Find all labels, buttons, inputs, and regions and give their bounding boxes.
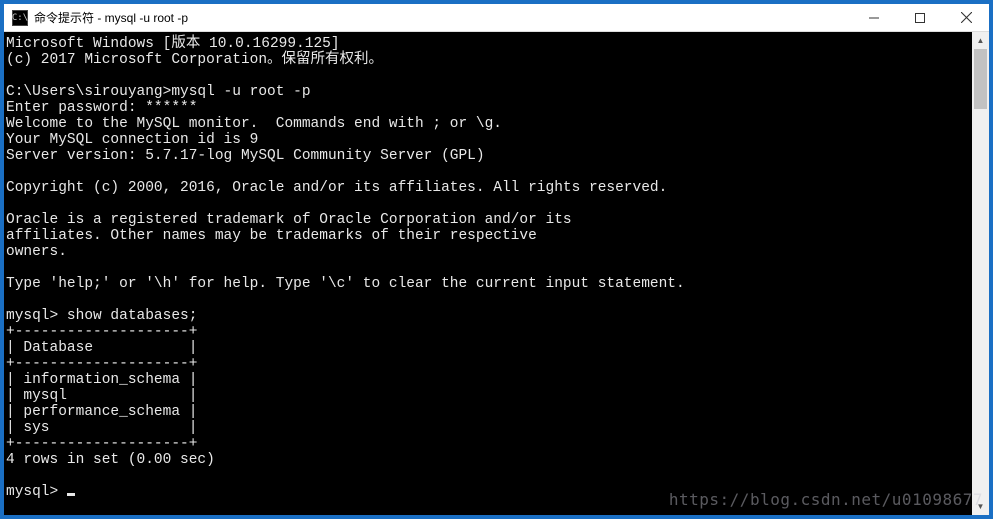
minimize-button[interactable] [851,4,897,32]
minimize-icon [869,13,879,23]
window-title: 命令提示符 - mysql -u root -p [34,9,188,26]
table-row: | information_schema | [6,372,197,388]
titlebar[interactable]: C:\ 命令提示符 - mysql -u root -p [4,4,989,32]
line: Welcome to the MySQL monitor. Commands e… [6,116,502,132]
line: 4 rows in set (0.00 sec) [6,452,215,468]
maximize-icon [915,13,925,23]
line: Enter password: ****** [6,100,197,116]
table-row: | sys | [6,420,197,436]
table-header: | Database | [6,340,197,356]
line: affiliates. Other names may be trademark… [6,228,537,244]
cmd-window: C:\ 命令提示符 - mysql -u root -p Microsoft W… [4,4,989,515]
maximize-button[interactable] [897,4,943,32]
table-border: +--------------------+ [6,356,197,372]
scroll-down-arrow-icon[interactable]: ▼ [972,498,989,515]
scrollbar-thumb[interactable] [974,49,987,109]
line: owners. [6,244,67,260]
table-border: +--------------------+ [6,324,197,340]
line: Oracle is a registered trademark of Orac… [6,212,572,228]
line: Copyright (c) 2000, 2016, Oracle and/or … [6,180,667,196]
table-row: | performance_schema | [6,404,197,420]
table-border: +--------------------+ [6,436,197,452]
line: mysql> show databases; [6,308,197,324]
vertical-scrollbar[interactable]: ▲ ▼ [972,32,989,515]
terminal-output[interactable]: Microsoft Windows [版本 10.0.16299.125] (c… [4,32,972,515]
line: Microsoft Windows [版本 10.0.16299.125] [6,36,340,52]
terminal-area: Microsoft Windows [版本 10.0.16299.125] (c… [4,32,989,515]
scroll-up-arrow-icon[interactable]: ▲ [972,32,989,49]
line: Type 'help;' or '\h' for help. Type '\c'… [6,276,685,292]
mysql-prompt: mysql> [6,484,67,500]
table-row: | mysql | [6,388,197,404]
line: Server version: 5.7.17-log MySQL Communi… [6,148,485,164]
line: Your MySQL connection id is 9 [6,132,258,148]
cursor [67,493,75,496]
line: (c) 2017 Microsoft Corporation。保留所有权利。 [6,52,383,68]
cmd-icon: C:\ [12,10,28,26]
close-icon [961,12,972,23]
close-button[interactable] [943,4,989,32]
line: C:\Users\sirouyang>mysql -u root -p [6,84,311,100]
